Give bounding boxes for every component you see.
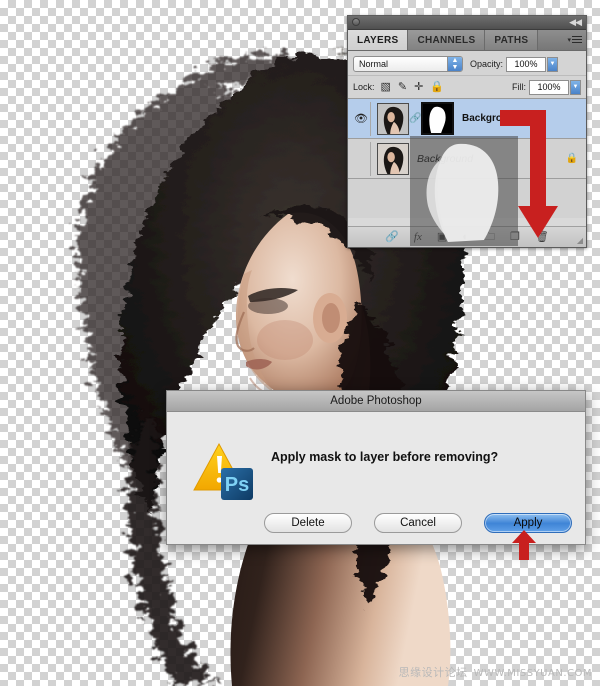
- photoshop-warning-icon: Ps: [193, 442, 253, 500]
- collapse-panel-icon[interactable]: ◀◀: [569, 18, 582, 27]
- blend-mode-value: Normal: [359, 59, 389, 69]
- panel-tab-bar[interactable]: LAYERS CHANNELS PATHS ▾: [348, 30, 586, 51]
- new-adjustment-layer-icon[interactable]: ◐: [462, 231, 469, 243]
- fill-stepper-icon[interactable]: ▼: [570, 79, 581, 95]
- cancel-button-label: Cancel: [400, 517, 436, 529]
- lock-position-icon[interactable]: ✛: [414, 81, 423, 93]
- tab-paths-label: PATHS: [494, 34, 529, 46]
- panel-close-dot[interactable]: [352, 18, 360, 26]
- fill-input[interactable]: 100%: [529, 79, 569, 95]
- watermark-url: WWW.MISSYUAN.COM: [473, 668, 592, 679]
- delete-button-label: Delete: [291, 517, 325, 529]
- chevron-updown-icon[interactable]: ▲ ▼: [447, 57, 462, 71]
- fill-label: Fill:: [512, 82, 526, 92]
- lock-image-pixels-icon[interactable]: ✎: [398, 81, 407, 93]
- svg-text:Ps: Ps: [225, 474, 249, 496]
- dialog-title-bar[interactable]: Adobe Photoshop: [167, 391, 585, 412]
- panel-drag-grip[interactable]: ◀◀: [348, 16, 586, 30]
- watermark-cn: 思缘设计论坛: [398, 666, 468, 679]
- layer-name[interactable]: Background: [417, 153, 473, 165]
- opacity-value: 100%: [514, 59, 538, 69]
- dialog-body: Ps Apply mask to layer before removing? …: [167, 412, 585, 546]
- tab-paths[interactable]: PATHS: [485, 30, 539, 50]
- blend-mode-row[interactable]: Normal ▲ ▼ Opacity: 100% ▼: [348, 51, 586, 76]
- opacity-input[interactable]: 100%: [506, 56, 547, 72]
- layer-thumbnail[interactable]: [377, 102, 409, 135]
- confirm-dialog[interactable]: Adobe Photoshop Ps Apply mask to layer b…: [166, 390, 586, 545]
- layer-visibility-toggle[interactable]: 👁: [352, 101, 371, 136]
- watermark: 思缘设计论坛 WWW.MISSYUAN.COM: [399, 664, 592, 680]
- lock-label: Lock:: [353, 82, 375, 92]
- tab-layers[interactable]: LAYERS: [348, 30, 409, 50]
- apply-button-pointer-arrow: [512, 530, 536, 560]
- apply-button-label: Apply: [513, 517, 543, 529]
- delete-button[interactable]: Delete: [264, 513, 352, 533]
- fill-value: 100%: [537, 82, 561, 92]
- layer-visibility-toggle[interactable]: 👁: [352, 141, 371, 176]
- lock-transparent-pixels-icon[interactable]: ▧: [381, 81, 391, 93]
- link-layers-icon[interactable]: 🔗: [385, 231, 399, 243]
- opacity-stepper-icon[interactable]: ▼: [547, 56, 559, 72]
- blend-mode-select[interactable]: Normal ▲ ▼: [353, 56, 463, 72]
- layer-mask-thumbnail[interactable]: [421, 102, 454, 135]
- resize-grip-icon[interactable]: ◢: [577, 236, 583, 245]
- add-layer-mask-icon[interactable]: ▣: [437, 231, 447, 243]
- panel-menu-icon[interactable]: ▾: [567, 34, 582, 45]
- lock-row[interactable]: Lock: ▧ ✎ ✛ 🔒 Fill: 100% ▼: [348, 76, 586, 99]
- drag-to-trash-arrow: [500, 110, 558, 238]
- dialog-message: Apply mask to layer before removing?: [271, 450, 499, 464]
- opacity-label: Opacity:: [470, 59, 504, 69]
- tab-layers-label: LAYERS: [357, 34, 399, 46]
- lock-all-icon[interactable]: 🔒: [430, 81, 444, 93]
- layer-thumbnail[interactable]: [377, 142, 409, 175]
- mask-link-icon[interactable]: 🔗: [409, 113, 421, 124]
- layer-style-fx-icon[interactable]: fx: [414, 231, 422, 243]
- dialog-title: Adobe Photoshop: [330, 395, 422, 407]
- eye-icon: 👁: [354, 113, 368, 125]
- tab-channels-label: CHANNELS: [417, 34, 476, 46]
- tab-channels[interactable]: CHANNELS: [408, 30, 486, 50]
- cancel-button[interactable]: Cancel: [374, 513, 462, 533]
